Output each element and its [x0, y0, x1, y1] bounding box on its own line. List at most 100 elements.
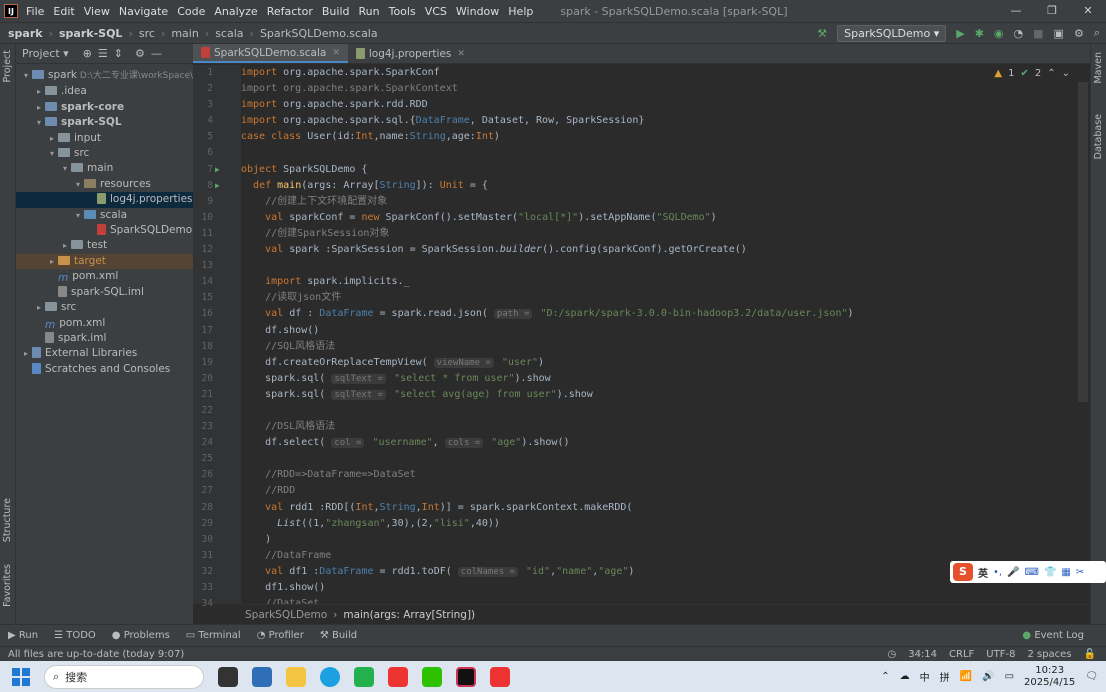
- menu-navigate[interactable]: Navigate: [119, 5, 168, 18]
- file-explorer-icon[interactable]: [286, 666, 306, 687]
- caret-position[interactable]: 34:14: [908, 649, 937, 660]
- menu-build[interactable]: Build: [322, 5, 350, 18]
- run-icon[interactable]: ▶: [956, 27, 964, 40]
- tree-node[interactable]: ▸ src: [16, 300, 193, 315]
- clock-icon[interactable]: ◷: [887, 649, 896, 660]
- breadcrumb-item[interactable]: src: [139, 27, 155, 40]
- menu-view[interactable]: View: [84, 5, 110, 18]
- settings-icon[interactable]: ✂: [1076, 567, 1084, 578]
- tree-arrow-icon[interactable]: ▸: [46, 131, 58, 146]
- code-area[interactable]: import org.apache.spark.SparkConf import …: [241, 65, 1070, 604]
- tree-arrow-icon[interactable]: ▾: [59, 161, 71, 176]
- stop-icon[interactable]: ■: [1033, 27, 1043, 40]
- maximize-icon[interactable]: ❐: [1034, 0, 1070, 22]
- menu-analyze[interactable]: Analyze: [214, 5, 257, 18]
- tree-node[interactable]: log4j.properties: [16, 192, 193, 208]
- tree-arrow-icon[interactable]: ▸: [46, 254, 58, 269]
- wps-office-icon[interactable]: [490, 666, 510, 687]
- settings-icon[interactable]: ⚙: [1074, 27, 1084, 40]
- tree-arrow-icon[interactable]: ▸: [33, 300, 45, 315]
- run-config-select[interactable]: SparkSQLDemo ▾: [837, 24, 947, 42]
- settings-app-icon[interactable]: [252, 666, 272, 687]
- maven-tool-button[interactable]: Maven: [1093, 52, 1104, 84]
- tree-arrow-icon[interactable]: ▸: [33, 84, 45, 99]
- tree-node[interactable]: SparkSQLDemo: [16, 223, 193, 238]
- hide-icon[interactable]: —: [151, 47, 162, 60]
- line-separator[interactable]: CRLF: [949, 649, 974, 660]
- ime-toolbar[interactable]: S 英 •, 🎤 ⌨ 👕 ▦ ✂: [950, 561, 1106, 583]
- project-structure-icon[interactable]: ▣: [1054, 27, 1064, 40]
- debug-icon[interactable]: ✱: [975, 27, 984, 40]
- tree-node[interactable]: ▸ .idea: [16, 84, 193, 99]
- breadcrumb-item[interactable]: spark: [8, 27, 43, 40]
- menu-window[interactable]: Window: [456, 5, 499, 18]
- menu-vcs[interactable]: VCS: [425, 5, 447, 18]
- toolwindow-profiler[interactable]: ◔ Profiler: [257, 630, 304, 641]
- tree-node[interactable]: m pom.xml: [16, 316, 193, 331]
- wps-icon[interactable]: [388, 666, 408, 687]
- punctuation-icon[interactable]: •,: [993, 567, 1002, 578]
- search-everywhere-icon[interactable]: ⌕: [1094, 26, 1100, 40]
- minimize-icon[interactable]: —: [998, 0, 1034, 22]
- tree-node[interactable]: ▾ spark D:\大二专业课\workSpace\: [16, 68, 193, 84]
- close-tab-icon[interactable]: ✕: [457, 49, 465, 59]
- tree-node[interactable]: ▾ scala: [16, 208, 193, 223]
- project-view-select[interactable]: Project ▾: [22, 47, 69, 60]
- toolwindow-problems[interactable]: ● Problems: [112, 630, 170, 641]
- gear-icon[interactable]: ⚙: [135, 47, 145, 60]
- tree-node[interactable]: ▸ target: [16, 253, 193, 270]
- profile-icon[interactable]: ◔: [1014, 27, 1024, 40]
- tree-node[interactable]: spark.iml: [16, 331, 193, 346]
- tree-arrow-icon[interactable]: ▾: [46, 146, 58, 161]
- toolwindow-build[interactable]: ⚒ Build: [320, 630, 357, 641]
- tree-node[interactable]: ▸ spark-core: [16, 100, 193, 115]
- project-tool-button[interactable]: Project: [2, 50, 13, 83]
- toolwindow-terminal[interactable]: ▭ Terminal: [186, 630, 241, 641]
- chevron-up-icon[interactable]: ⌃: [881, 671, 889, 682]
- tree-node[interactable]: ▾ resources: [16, 177, 193, 192]
- locate-icon[interactable]: ⊕: [83, 47, 92, 60]
- tree-arrow-icon[interactable]: ▾: [20, 68, 32, 83]
- task-view-icon[interactable]: [218, 666, 238, 687]
- edge-icon[interactable]: [320, 666, 340, 687]
- tree-node[interactable]: ▾ src: [16, 146, 193, 161]
- keyboard-icon[interactable]: ⌨: [1025, 567, 1039, 578]
- file-encoding[interactable]: UTF-8: [986, 649, 1015, 660]
- tree-arrow-icon[interactable]: ▸: [59, 238, 71, 253]
- indent-setting[interactable]: 2 spaces: [1027, 649, 1071, 660]
- taskbar-search[interactable]: ⌕ 搜索: [44, 664, 204, 689]
- menu-tools[interactable]: Tools: [389, 5, 416, 18]
- notification-icon[interactable]: 🗨: [1085, 671, 1098, 682]
- speaker-icon[interactable]: 🔊: [982, 671, 994, 682]
- ime-mode-icon[interactable]: 中: [920, 669, 930, 684]
- clock[interactable]: 10:23 2025/4/15: [1024, 665, 1075, 689]
- lock-icon[interactable]: 🔓: [1084, 649, 1096, 660]
- tree-arrow-icon[interactable]: ▸: [20, 346, 32, 361]
- coverage-icon[interactable]: ◉: [994, 27, 1004, 40]
- wechat-work-icon[interactable]: [354, 666, 374, 687]
- toolbox-icon[interactable]: ▦: [1061, 567, 1070, 578]
- breadcrumb-item[interactable]: spark-SQL: [59, 27, 122, 40]
- menu-file[interactable]: File: [26, 5, 44, 18]
- toolwindow-todo[interactable]: ☰ TODO: [54, 630, 96, 641]
- crumb-method[interactable]: main(args: Array[String]): [343, 609, 475, 621]
- run-gutter-icon[interactable]: ▶: [215, 162, 220, 178]
- battery-icon[interactable]: ▭: [1005, 671, 1014, 682]
- tree-node[interactable]: spark-SQL.iml: [16, 285, 193, 300]
- menu-help[interactable]: Help: [508, 5, 533, 18]
- editor-scrollbar[interactable]: [1078, 82, 1088, 402]
- expand-icon[interactable]: ⇕: [114, 47, 123, 60]
- breadcrumb-item[interactable]: scala: [215, 27, 243, 40]
- cloud-icon[interactable]: ☁: [900, 671, 910, 682]
- tree-node[interactable]: ▸ test: [16, 238, 193, 253]
- tree-arrow-icon[interactable]: ▾: [72, 177, 84, 192]
- tree-node[interactable]: m pom.xml: [16, 269, 193, 284]
- intellij-icon[interactable]: [456, 666, 476, 687]
- hammer-icon[interactable]: ⚒: [817, 27, 827, 40]
- menu-run[interactable]: Run: [359, 5, 380, 18]
- wifi-icon[interactable]: 📶: [960, 671, 972, 682]
- tree-node[interactable]: ▾ spark-SQL: [16, 115, 193, 130]
- windows-start-icon[interactable]: [12, 667, 30, 686]
- tree-node[interactable]: ▸ input: [16, 131, 193, 146]
- ime-tray-icon[interactable]: 拼: [940, 669, 950, 684]
